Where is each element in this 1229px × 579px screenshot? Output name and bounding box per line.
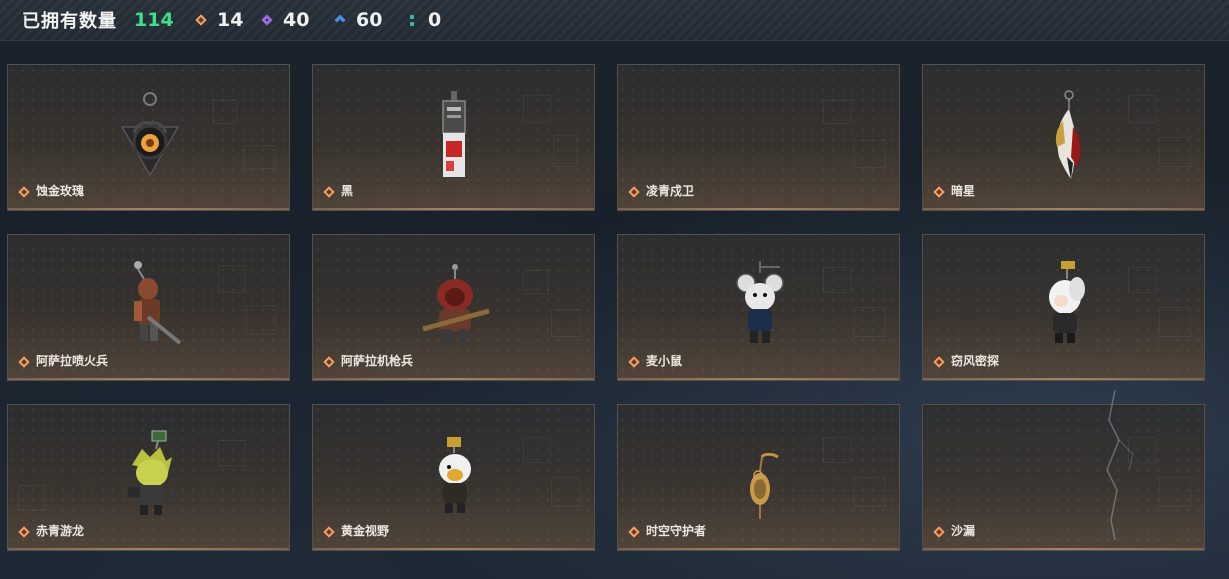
rarity-orange-icon (323, 526, 335, 538)
card-decoration (551, 477, 581, 507)
card-decoration (1159, 477, 1191, 507)
card-decoration (854, 307, 886, 337)
white-hair-figure-icon (1049, 261, 1085, 343)
item-name: 阿萨拉机枪兵 (341, 354, 414, 368)
card-decoration (553, 135, 577, 167)
item-card[interactable]: 阿萨拉机枪兵 (312, 234, 595, 381)
item-name: 麦小鼠 (646, 354, 683, 368)
rarity-orange-icon (18, 186, 30, 198)
item-card[interactable]: 时空守护者 (617, 404, 900, 551)
rarity-orange-icon (323, 186, 335, 198)
item-card[interactable]: 黄金视野 (312, 404, 595, 551)
item-card[interactable]: 凌青戍卫 (617, 64, 900, 211)
item-name: 时空守护者 (646, 524, 707, 538)
item-card[interactable]: 麦小鼠 (617, 234, 900, 381)
rarity-orange-icon (628, 356, 640, 368)
tag-pendant-icon (442, 91, 466, 177)
flamethrower-soldier-icon (134, 261, 182, 345)
card-decoration (523, 270, 549, 294)
card-decoration (854, 140, 886, 168)
card-decoration (523, 95, 551, 123)
rose-pendant-icon (120, 92, 180, 177)
item-card[interactable]: 暗星 (922, 64, 1205, 211)
item-card[interactable]: 阿萨拉喷火兵 (7, 234, 290, 381)
rarity-orange-icon (933, 526, 945, 538)
card-decoration (18, 485, 46, 511)
card-decoration (1128, 437, 1156, 463)
card-decoration (1128, 267, 1156, 293)
card-decoration (854, 477, 886, 507)
item-name: 沙漏 (951, 524, 976, 538)
item-grid: 蚀金玫瑰 黑 凌青戍卫 暗星 阿萨拉喷火兵 阿萨拉机枪兵 麦小鼠 窃风密探 赤青… (0, 0, 1229, 579)
item-name: 凌青戍卫 (646, 184, 695, 198)
card-decoration (1159, 137, 1191, 167)
item-name: 黄金视野 (341, 524, 390, 538)
item-name: 窃风密探 (951, 354, 1000, 368)
card-decoration (1128, 95, 1156, 123)
item-name: 蚀金玫瑰 (36, 184, 85, 198)
card-decoration (1159, 307, 1191, 337)
item-card[interactable]: 黑 (312, 64, 595, 211)
rarity-orange-icon (628, 526, 640, 538)
item-card[interactable]: 窃风密探 (922, 234, 1205, 381)
card-decoration (823, 267, 851, 293)
mouse-figure-icon (736, 261, 784, 343)
item-name: 赤青游龙 (36, 524, 85, 538)
rarity-orange-icon (18, 356, 30, 368)
item-card[interactable]: 蚀金玫瑰 (7, 64, 290, 211)
rarity-orange-icon (628, 186, 640, 198)
rarity-orange-icon (933, 186, 945, 198)
card-decoration (823, 437, 851, 463)
card-decoration (218, 440, 246, 466)
rarity-orange-icon (18, 526, 30, 538)
item-name: 黑 (341, 184, 354, 198)
item-card[interactable]: 沙漏 (922, 404, 1205, 551)
card-decoration (218, 265, 246, 293)
card-decoration (823, 100, 851, 124)
card-decoration (523, 437, 551, 463)
clock-pendant-icon (750, 452, 779, 519)
card-decoration (244, 145, 276, 169)
machinegunner-icon (422, 264, 490, 343)
item-name: 暗星 (951, 184, 976, 198)
card-decoration (551, 309, 581, 337)
item-card[interactable]: 赤青游龙 (7, 404, 290, 551)
rarity-orange-icon (323, 356, 335, 368)
rarity-orange-icon (933, 356, 945, 368)
dragon-figure-icon (128, 430, 172, 515)
feather-pendant-icon (1055, 90, 1081, 179)
card-decoration (246, 305, 276, 335)
card-decoration (213, 100, 237, 124)
item-name: 阿萨拉喷火兵 (36, 354, 109, 368)
golden-hair-figure-icon (439, 437, 471, 513)
